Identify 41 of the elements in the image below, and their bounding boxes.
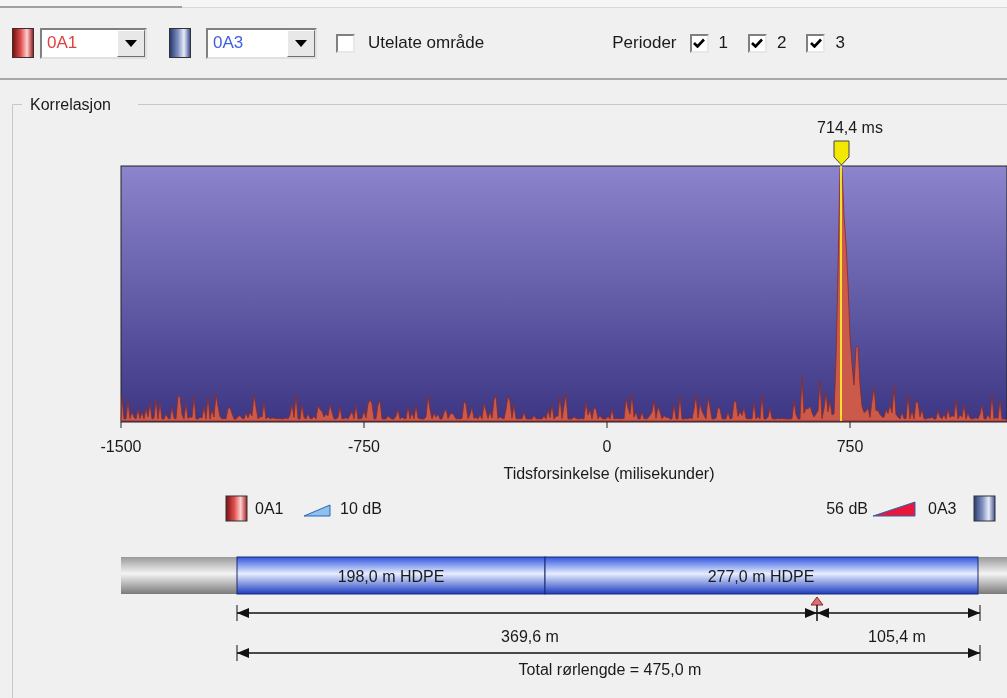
- legend-label: 0A3: [928, 500, 957, 517]
- sensor-dropdown[interactable]: 0A3: [206, 27, 317, 59]
- sensor-icon: [225, 495, 248, 522]
- dropdown-caret-icon[interactable]: [117, 29, 145, 57]
- group-title: Korrelasjon: [30, 96, 111, 113]
- checkbox[interactable]: [747, 33, 767, 53]
- periods-label: Perioder: [612, 32, 677, 55]
- legend-label: 0A1: [255, 500, 284, 517]
- gain-ramp-icon: [303, 504, 331, 517]
- pipe-end: [978, 557, 1007, 594]
- legend-label: 56 dB: [826, 500, 868, 517]
- checkbox[interactable]: [689, 33, 709, 53]
- dropdown-caret-icon[interactable]: [287, 29, 315, 57]
- checkbox[interactable]: [336, 33, 355, 53]
- checkbox-label: 3: [835, 32, 845, 55]
- checkmark-icon: [693, 38, 705, 48]
- sensor-dropdown[interactable]: 0A1: [40, 27, 147, 59]
- gain-ramp-icon: [872, 501, 916, 517]
- checkmark-icon: [751, 38, 764, 48]
- peak-marker-icon[interactable]: [833, 140, 850, 166]
- axis-title: Tidsforsinkelse (milisekunder): [503, 465, 715, 482]
- distance-label: 369,6 m: [501, 628, 559, 645]
- axis-tick-label: 0: [602, 438, 612, 455]
- sensor-icon: [169, 28, 191, 58]
- axis-tick-label: -750: [348, 438, 380, 455]
- axis-tick-label: 750: [836, 438, 864, 455]
- pipe-segment[interactable]: [236, 556, 546, 595]
- checkbox[interactable]: [806, 33, 826, 53]
- pipe-segment-label: 198,0 m HDPE: [337, 568, 445, 585]
- sensor-icon: [12, 28, 34, 58]
- checkbox-label: 2: [776, 32, 787, 55]
- peak-label: 714,4 ms: [817, 119, 883, 136]
- pipe-segment-label: 277,0 m HDPE: [707, 568, 815, 585]
- total-length-label: Total rørlengde = 475,0 m: [518, 661, 702, 678]
- legend-label: 10 dB: [340, 500, 382, 517]
- distance-label: 105,4 m: [868, 628, 926, 645]
- sensor-icon: [973, 495, 996, 522]
- axis-tick-label: -1500: [100, 438, 142, 455]
- checkbox-label: Utelate område: [368, 32, 485, 55]
- checkmark-icon: [809, 38, 822, 48]
- checkbox-label: 1: [718, 32, 728, 55]
